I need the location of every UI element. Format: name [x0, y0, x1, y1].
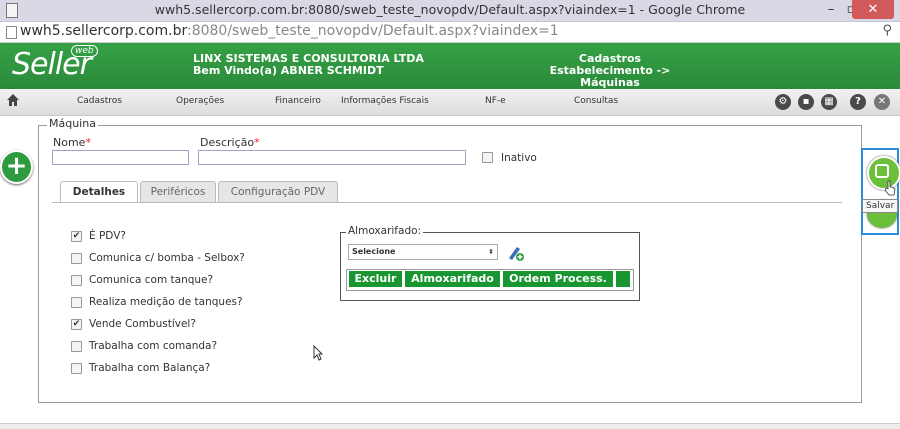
nome-label-text: Nome [53, 136, 86, 149]
url-path: :8080/sweb_teste_novopdv/Default.aspx?vi… [186, 23, 559, 39]
floppy-disk-icon [875, 164, 889, 178]
app-header: Seller web LINX SISTEMAS E CONSULTORIA L… [0, 43, 900, 89]
address-bar[interactable]: wwh5.sellercorp.com.br:8080/sweb_teste_n… [0, 22, 900, 43]
logo-web-badge: web [71, 45, 98, 57]
tab-configuracao-pdv[interactable]: Configuração PDV [218, 181, 338, 202]
window-title: wwh5.sellercorp.com.br:8080/sweb_teste_n… [154, 2, 746, 17]
label-e-pdv: É PDV? [89, 230, 126, 242]
menu-item-financeiro[interactable]: Financeiro [275, 96, 321, 106]
checkbox-trabalha-comanda[interactable] [71, 341, 82, 352]
main-menu: Cadastros Operações Financeiro Informaçõ… [0, 89, 900, 116]
help-icon[interactable]: ? [850, 94, 866, 110]
menu-item-operacoes[interactable]: Operações [176, 96, 224, 106]
chevron-down-icon: ⬍ [488, 248, 494, 256]
descricao-label-text: Descrição [200, 136, 255, 149]
add-button[interactable]: + [0, 150, 33, 184]
hand-cursor-icon [884, 180, 896, 196]
tab-perifericos[interactable]: Periféricos [140, 181, 216, 202]
page-icon [6, 26, 17, 39]
checkbox-trabalha-balanca[interactable] [71, 363, 82, 374]
required-mark: * [254, 136, 260, 149]
breadcrumb: Cadastros Estabelecimento -> Máquinas [520, 53, 700, 89]
inativo-label: Inativo [501, 152, 537, 164]
checkbox-comunica-tanque[interactable] [71, 275, 82, 286]
pin-icon[interactable]: ⚲ [882, 23, 892, 38]
grid-header-almoxarifado[interactable]: Almoxarifado [405, 271, 500, 287]
menu-item-consultas[interactable]: Consultas [574, 96, 618, 106]
label-trabalha-comanda: Trabalha com comanda? [89, 340, 218, 352]
grid-header-extra [616, 271, 630, 287]
almoxarifado-legend: Almoxarifado: [346, 225, 424, 237]
home-icon[interactable] [6, 93, 20, 107]
menu-item-cadastros[interactable]: Cadastros [77, 96, 122, 106]
calculator-icon[interactable]: ▦ [821, 94, 837, 110]
checkbox-medicao-tanques[interactable] [71, 297, 82, 308]
menu-item-informacoes-fiscais[interactable]: Informações Fiscais [341, 96, 429, 106]
tab-detalhes[interactable]: Detalhes [60, 181, 138, 203]
nome-input[interactable] [52, 150, 189, 165]
almoxarifado-select[interactable]: Selecione ⬍ [348, 244, 498, 260]
bottom-scroll-area [0, 423, 900, 429]
maquina-legend: Máquina [47, 117, 98, 130]
descricao-input[interactable] [198, 150, 466, 165]
tab-divider [52, 202, 842, 203]
label-comunica-bomba: Comunica c/ bomba - Selbox? [89, 252, 245, 264]
url-text[interactable]: wwh5.sellercorp.com.br:8080/sweb_teste_n… [20, 23, 559, 39]
required-mark: * [85, 136, 91, 149]
grid-header-excluir[interactable]: Excluir [349, 271, 402, 287]
descricao-label: Descrição* [200, 136, 260, 149]
url-host: wwh5.sellercorp.com.br [20, 23, 187, 39]
label-vende-combustivel: Vende Combustível? [89, 318, 196, 330]
save-tooltip: Salvar [862, 199, 899, 213]
label-medicao-tanques: Realiza medição de tanques? [89, 296, 243, 308]
label-trabalha-balanca: Trabalha com Balança? [89, 362, 211, 374]
checkbox-vende-combustivel[interactable]: ✔ [71, 319, 82, 330]
settings-icon[interactable]: ⚙ [775, 94, 791, 110]
checkbox-e-pdv[interactable]: ✔ [71, 231, 82, 242]
inativo-checkbox[interactable] [482, 152, 493, 163]
company-info: LINX SISTEMAS E CONSULTORIA LTDA Bem Vin… [193, 53, 424, 77]
breadcrumb-path: Estabelecimento -> Máquinas [549, 64, 671, 89]
grid-header-ordem-process[interactable]: Ordem Process. [503, 271, 613, 287]
checkbox-comunica-bomba[interactable] [71, 253, 82, 264]
lock-icon[interactable]: ▪ [798, 94, 814, 110]
browser-title-bar: wwh5.sellercorp.com.br:8080/sweb_teste_n… [0, 0, 900, 22]
select-value: Selecione [352, 247, 396, 256]
add-edit-icon[interactable] [507, 244, 524, 261]
close-window-button[interactable]: ✕ [852, 0, 894, 19]
nome-label: Nome* [53, 136, 91, 149]
mouse-cursor-icon [313, 345, 323, 361]
label-comunica-tanque: Comunica com tanque? [89, 274, 214, 286]
menu-item-nfe[interactable]: NF-e [485, 96, 506, 106]
welcome-text: Bem Vindo(a) ABNER SCHMIDT [193, 64, 384, 77]
close-icon[interactable]: ✕ [874, 94, 890, 110]
